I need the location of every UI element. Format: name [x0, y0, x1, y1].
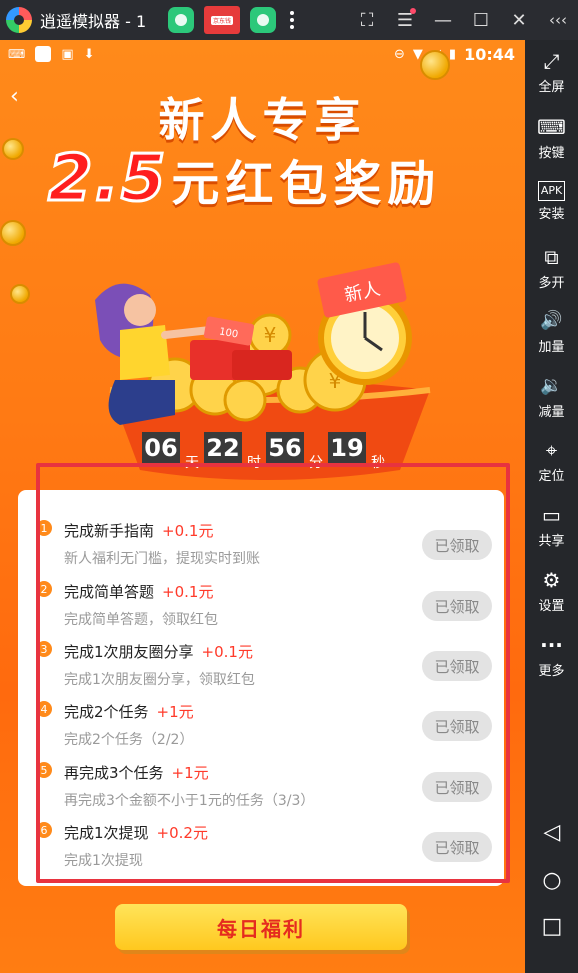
sidebar-label: 多开 [538, 276, 565, 291]
keyboard-icon: ⌨ [537, 115, 566, 139]
app-tab-2-icon[interactable]: 京东钱 [204, 6, 240, 34]
keyboard-status-icon: ⌨ [8, 47, 26, 61]
sidebar-item-share[interactable]: ▭ 共享 [525, 502, 578, 549]
reward-text: 元红包奖励 [171, 156, 442, 212]
app-tab-1-icon[interactable] [168, 7, 194, 33]
apk-icon: APK [537, 181, 566, 201]
settings-icon: ⚙ [542, 568, 561, 592]
countdown-hours: 22 [204, 432, 242, 464]
notification-dot [410, 8, 416, 14]
dnd-icon: ⊖ [394, 46, 405, 62]
countdown-timer: 06 天 22 时 56 分 19 秒 [142, 432, 390, 471]
folder-icon: ▭ [542, 503, 561, 527]
sidebar-item-more[interactable]: ··· 更多 [525, 632, 578, 679]
app-status-icon [35, 46, 52, 62]
app-tab-3-icon[interactable] [250, 7, 276, 33]
sidebar-item-keys[interactable]: ⌨ 按键 [525, 114, 578, 161]
more-icon: ··· [540, 633, 563, 657]
svg-text:¥: ¥ [264, 323, 277, 347]
sidebar-item-settings[interactable]: ⚙ 设置 [525, 567, 578, 614]
recents-nav-icon[interactable]: □ [541, 916, 563, 938]
sidebar-item-volume-down[interactable]: 🔉 减量 [525, 373, 578, 420]
sidebar-item-fullscreen[interactable]: ⤢ 全屏 [525, 48, 578, 95]
sidebar-item-location[interactable]: ⌖ 定位 [525, 437, 578, 484]
screenshot-icon[interactable]: ⛶ [348, 0, 386, 40]
volume-up-icon: 🔊 [540, 310, 563, 331]
battery-icon: ▮ [448, 46, 457, 62]
coin-decoration-icon [420, 50, 450, 80]
volume-down-icon: 🔉 [540, 375, 563, 396]
sidebar-label: 加量 [538, 340, 565, 355]
back-nav-icon[interactable]: ◁ [541, 822, 563, 844]
menu-icon[interactable]: ☰ [386, 0, 424, 40]
sidebar-label: 共享 [538, 534, 565, 549]
sidebar-item-volume-up[interactable]: 🔊 加量 [525, 308, 578, 355]
emulator-sidebar: ⤢ 全屏 ⌨ 按键 APK 安装 ⧉ 多开 🔊 加量 🔉 减量 ⌖ 定位 ▭ 共… [525, 40, 578, 973]
collapse-sidebar-icon[interactable]: ‹‹‹ [538, 0, 578, 40]
highlight-frame [36, 463, 510, 883]
sidebar-label: 安装 [538, 207, 565, 222]
reward-amount: 2.5 [46, 142, 168, 216]
fullscreen-icon: ⤢ [543, 49, 560, 73]
maximize-button[interactable]: ☐ [462, 0, 500, 40]
countdown-seconds: 19 [328, 432, 366, 464]
window-title: 逍遥模拟器 - 1 [40, 12, 147, 31]
minimize-button[interactable]: — [424, 0, 462, 40]
close-button[interactable]: ✕ [500, 0, 538, 40]
hero-title: 新人专享 [158, 93, 367, 147]
sidebar-label: 减量 [538, 405, 565, 420]
download-status-icon: ⬇ [83, 46, 95, 62]
location-icon: ⌖ [545, 438, 558, 462]
sidebar-label: 全屏 [538, 80, 565, 95]
status-time: 10:44 [464, 44, 515, 64]
sidebar-label: 定位 [538, 469, 565, 484]
multi-open-icon: ⧉ [544, 245, 559, 269]
image-status-icon: ▣ [61, 46, 74, 62]
sidebar-item-multi-open[interactable]: ⧉ 多开 [525, 244, 578, 291]
emulator-titlebar: 逍遥模拟器 - 1 京东钱 ⛶ ☰ — ☐ ✕ ‹‹‹ [0, 0, 578, 40]
sidebar-item-install[interactable]: APK 安装 [525, 178, 578, 222]
tab-more-icon[interactable] [290, 11, 294, 29]
phone-screen: ⌨ ▣ ⬇ ⊖ ▼ ◢ ▮ 10:44 ‹ 新人专享 2.5 元红包奖励 [0, 40, 525, 973]
emulator-logo-icon [6, 7, 32, 33]
countdown-minutes: 56 [266, 432, 304, 464]
sidebar-label: 按键 [538, 146, 565, 161]
sidebar-label: 更多 [538, 664, 565, 679]
countdown-days: 06 [142, 432, 180, 464]
hero-subtitle: 2.5 元红包奖励 [46, 142, 442, 216]
sidebar-label: 设置 [538, 599, 565, 614]
home-nav-icon[interactable]: ○ [541, 870, 563, 892]
app-tab-2-label: 京东钱 [210, 16, 233, 25]
daily-benefits-button[interactable]: 每日福利 [115, 904, 407, 950]
